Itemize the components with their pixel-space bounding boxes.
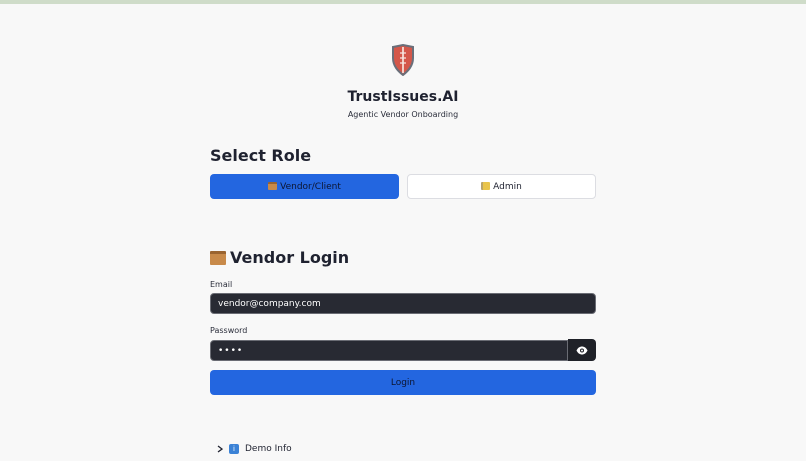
vendor-client-role-button[interactable]: Vendor/Client: [210, 174, 399, 199]
package-icon: [210, 250, 226, 265]
demo-info-expander[interactable]: i Demo Info: [217, 444, 292, 454]
lock-key-icon: [481, 181, 491, 190]
package-icon: [268, 181, 278, 190]
vendor-client-role-label: Vendor/Client: [280, 181, 341, 192]
shield-icon: [392, 44, 414, 76]
info-icon: i: [229, 444, 239, 454]
vendor-login-title: Vendor Login: [230, 248, 350, 267]
password-input[interactable]: ••••: [210, 340, 568, 361]
password-label: Password: [210, 326, 248, 335]
app-subtitle: Agentic Vendor Onboarding: [347, 110, 459, 119]
show-password-button[interactable]: [568, 339, 596, 361]
eye-icon: [576, 346, 588, 354]
select-role-title: Select Role: [210, 146, 312, 165]
demo-info-label: Demo Info: [245, 444, 292, 454]
vendor-login-heading: Vendor Login: [210, 248, 349, 267]
chevron-right-icon: [217, 445, 223, 453]
app-title: TrustIssues.AI: [347, 89, 459, 105]
email-input[interactable]: vendor@company.com: [210, 293, 596, 314]
admin-role-label: Admin: [493, 181, 522, 192]
admin-role-button[interactable]: Admin: [407, 174, 596, 199]
email-label: Email: [210, 280, 233, 289]
login-page: TrustIssues.AI Agentic Vendor Onboarding…: [0, 4, 806, 461]
login-button[interactable]: Login: [210, 370, 596, 395]
